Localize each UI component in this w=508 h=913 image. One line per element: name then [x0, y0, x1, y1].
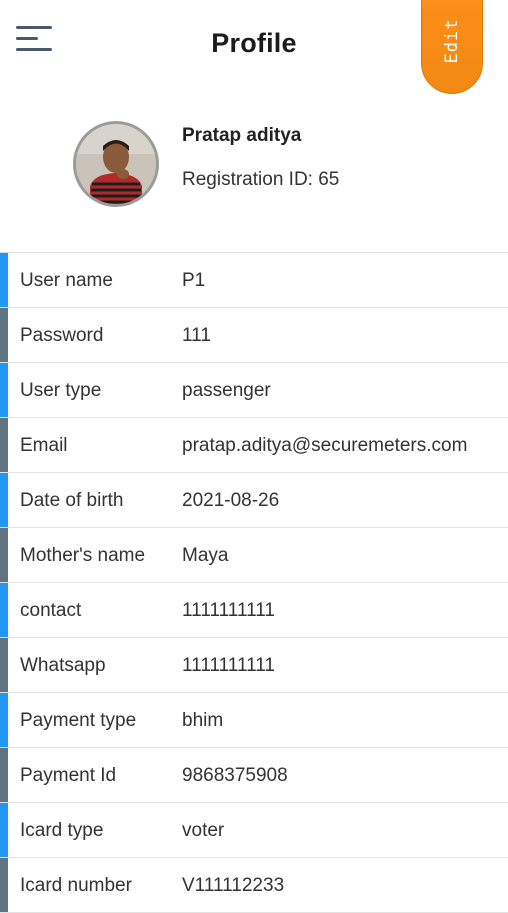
- detail-label: Password: [20, 325, 104, 346]
- detail-row-payment-id: Payment Id 9868375908: [0, 748, 508, 803]
- profile-name: Pratap aditya: [182, 125, 302, 146]
- detail-row-icard-type: Icard type voter: [0, 803, 508, 858]
- profile-details-list: User name P1 Password 111 User type pass…: [0, 252, 508, 913]
- edit-button[interactable]: Edit: [421, 0, 483, 94]
- detail-row-contact: contact 1111111111: [0, 583, 508, 638]
- detail-label: Payment Id: [20, 765, 117, 786]
- detail-value: 9868375908: [182, 765, 288, 786]
- detail-row-password: Password 111: [0, 308, 508, 363]
- profile-summary: Pratap aditya Registration ID: 65: [0, 110, 508, 230]
- row-accent-bar: [0, 528, 8, 582]
- app-header: Profile Edit: [0, 0, 508, 100]
- row-accent-bar: [0, 693, 8, 747]
- registration-id: Registration ID: 65: [182, 169, 340, 190]
- detail-row-email: Email pratap.aditya@securemeters.com: [0, 418, 508, 473]
- detail-value: Maya: [182, 545, 229, 566]
- detail-value: V111112233: [182, 875, 285, 896]
- detail-value: 111: [182, 325, 211, 346]
- detail-label: Date of birth: [20, 490, 124, 511]
- row-accent-bar: [0, 583, 8, 637]
- row-accent-bar: [0, 308, 8, 362]
- row-accent-bar: [0, 363, 8, 417]
- detail-value: 1111111111: [182, 600, 275, 621]
- detail-value: voter: [182, 820, 225, 841]
- detail-value: P1: [182, 270, 206, 291]
- row-accent-bar: [0, 418, 8, 472]
- detail-value: pratap.aditya@securemeters.com: [182, 435, 468, 456]
- detail-label: Icard type: [20, 820, 104, 841]
- detail-row-date-of-birth: Date of birth 2021-08-26: [0, 473, 508, 528]
- detail-row-user-name: User name P1: [0, 253, 508, 308]
- detail-value: bhim: [182, 710, 224, 731]
- detail-row-mothers-name: Mother's name Maya: [0, 528, 508, 583]
- edit-button-label: Edit: [442, 18, 462, 64]
- row-accent-bar: [0, 253, 8, 307]
- detail-label: Icard number: [20, 875, 132, 896]
- row-accent-bar: [0, 638, 8, 692]
- row-accent-bar: [0, 473, 8, 527]
- detail-label: Payment type: [20, 710, 137, 731]
- detail-row-payment-type: Payment type bhim: [0, 693, 508, 748]
- detail-label: Email: [20, 435, 68, 456]
- detail-value: 2021-08-26: [182, 490, 280, 511]
- detail-value: 1111111111: [182, 655, 275, 676]
- detail-label: User name: [20, 270, 113, 291]
- avatar: [73, 121, 159, 207]
- detail-label: Mother's name: [20, 545, 146, 566]
- detail-row-icard-number: Icard number V111112233: [0, 858, 508, 913]
- detail-label: User type: [20, 380, 102, 401]
- detail-value: passenger: [182, 380, 271, 401]
- detail-row-whatsapp: Whatsapp 1111111111: [0, 638, 508, 693]
- row-accent-bar: [0, 748, 8, 802]
- detail-label: Whatsapp: [20, 655, 106, 676]
- detail-label: contact: [20, 600, 82, 621]
- detail-row-user-type: User type passenger: [0, 363, 508, 418]
- row-accent-bar: [0, 858, 8, 912]
- row-accent-bar: [0, 803, 8, 857]
